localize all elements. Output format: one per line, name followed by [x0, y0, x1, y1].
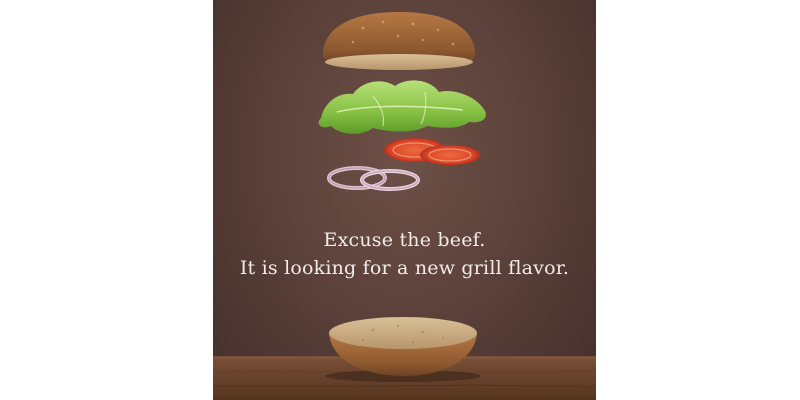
top-bun [322, 12, 476, 70]
ad-headline: Excuse the beef. [323, 229, 486, 251]
page: Excuse the beef. It is looking for a new… [0, 0, 800, 400]
onion-rings [327, 166, 420, 191]
ad-subline: It is looking for a new grill flavor. [239, 257, 570, 279]
tomato-slices [384, 138, 480, 165]
lettuce-leaf [318, 80, 486, 134]
burger-illustration [213, 12, 596, 400]
burger-ad-poster: Excuse the beef. It is looking for a new… [213, 0, 596, 400]
